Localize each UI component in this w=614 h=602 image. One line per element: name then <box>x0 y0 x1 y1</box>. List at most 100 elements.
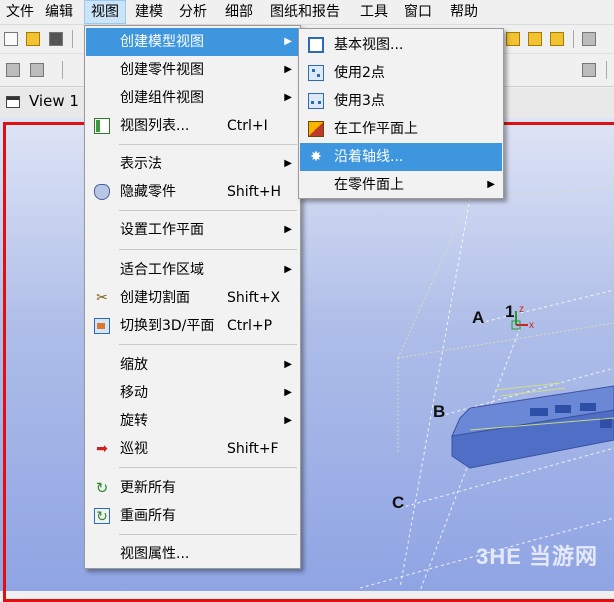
grid-label-a: A <box>472 308 485 327</box>
view-menu-create-assembly-view[interactable]: 创建组件视图 ▶ <box>86 84 299 112</box>
three-points-icon <box>308 93 324 109</box>
hide-parts-icon <box>94 184 110 200</box>
menu-file[interactable]: 文件 <box>0 0 40 24</box>
menu-separator <box>119 249 297 250</box>
submenu-arrow-icon: ▶ <box>284 92 292 103</box>
menu-item-label: 视图列表... <box>120 118 190 134</box>
toolbar-separator <box>573 30 574 48</box>
submenu-using-two-points[interactable]: 使用2点 <box>300 59 502 87</box>
view-menu-representation[interactable]: 表示法 ▶ <box>86 150 299 178</box>
menu-item-label: 创建切割面 <box>120 290 190 306</box>
view-menu-create-model-view[interactable]: 创建模型视图 ▶ <box>86 28 299 56</box>
menu-tools[interactable]: 工具 <box>354 0 394 24</box>
submenu-arrow-icon: ▶ <box>284 387 292 398</box>
work-plane-icon <box>308 121 324 137</box>
menu-separator <box>119 467 297 468</box>
menu-item-shortcut: Ctrl+P <box>227 318 273 334</box>
menu-item-label: 创建模型视图 <box>120 34 204 50</box>
submenu-on-work-plane[interactable]: 在工作平面上 <box>300 115 502 143</box>
menu-separator <box>119 210 297 211</box>
eraser-icon[interactable] <box>6 63 20 77</box>
create-model-view-submenu: 基本视图... 使用2点 使用3点 在工作平面上 ✸ 沿着轴线... 在零件面上… <box>298 28 504 199</box>
menu-item-label: 移动 <box>120 385 148 401</box>
menu-item-label: 重画所有 <box>120 508 176 524</box>
menu-item-label: 适合工作区域 <box>120 262 204 278</box>
view-list-icon <box>94 118 110 134</box>
menu-edit[interactable]: 编辑 <box>39 0 79 24</box>
menu-separator <box>119 534 297 535</box>
menu-drawings-reports[interactable]: 图纸和报告 <box>264 0 346 24</box>
view-menu-redraw-all[interactable]: ↻ 重画所有 <box>86 502 299 530</box>
eraser-alt-icon[interactable] <box>30 63 44 77</box>
toolbar-icon-2[interactable] <box>528 32 542 46</box>
menu-item-label: 巡视 <box>120 441 148 457</box>
toolbar-icon-1[interactable] <box>506 32 520 46</box>
submenu-on-part-plane[interactable]: 在零件面上 ▶ <box>300 171 502 199</box>
menu-item-label: 设置工作平面 <box>120 222 204 238</box>
watermark-logo: 3HE 当游网 <box>476 544 598 569</box>
view-menu-view-properties[interactable]: 视图属性... <box>86 540 299 568</box>
menu-separator <box>119 144 297 145</box>
view-menu-zoom[interactable]: 缩放 ▶ <box>86 351 299 379</box>
menu-item-label: 使用2点 <box>334 65 385 81</box>
toolbar-separator <box>72 30 73 48</box>
menu-item-shortcut: Shift+H <box>227 184 282 200</box>
view-menu-create-part-view[interactable]: 创建零件视图 ▶ <box>86 56 299 84</box>
submenu-arrow-icon: ▶ <box>284 36 292 47</box>
view-menu-pan[interactable]: 移动 ▶ <box>86 379 299 407</box>
view-menu-set-work-plane[interactable]: 设置工作平面 ▶ <box>86 216 299 244</box>
new-file-icon[interactable] <box>4 32 18 46</box>
view-menu-view-list[interactable]: 视图列表... Ctrl+I <box>86 112 299 140</box>
menu-item-label: 旋转 <box>120 413 148 429</box>
menu-item-label: 沿着轴线... <box>334 149 404 165</box>
menu-item-label: 切换到3D/平面 <box>120 318 215 334</box>
view-menu-rotate[interactable]: 旋转 ▶ <box>86 407 299 435</box>
menu-item-label: 隐藏零件 <box>120 184 176 200</box>
switch-3d-icon <box>94 318 110 334</box>
submenu-arrow-icon: ▶ <box>284 64 292 75</box>
axis-x-label: x <box>529 320 534 331</box>
menu-item-shortcut: Ctrl+I <box>227 118 268 134</box>
submenu-along-axis[interactable]: ✸ 沿着轴线... <box>300 143 502 171</box>
view-menu-switch-3d-plane[interactable]: 切换到3D/平面 Ctrl+P <box>86 312 299 340</box>
submenu-arrow-icon: ▶ <box>284 359 292 370</box>
menu-item-label: 视图属性... <box>120 546 190 562</box>
menu-analysis[interactable]: 分析 <box>173 0 213 24</box>
grid-label-b: B <box>433 402 446 421</box>
menu-modeling[interactable]: 建模 <box>129 0 169 24</box>
menu-detailing[interactable]: 细部 <box>219 0 259 24</box>
menu-separator <box>119 344 297 345</box>
submenu-basic-view[interactable]: 基本视图... <box>300 31 502 59</box>
axis-z-label: z <box>519 304 524 315</box>
two-points-icon <box>308 65 324 81</box>
menu-item-shortcut: Shift+F <box>227 441 279 457</box>
axis-indicator: z x <box>511 304 534 331</box>
scissors-icon: ✂ <box>96 290 108 306</box>
toolbar-separator <box>62 61 63 79</box>
view-menu-update-all[interactable]: ↻ 更新所有 <box>86 474 299 502</box>
view-window-title[interactable]: View 1 - <box>29 92 89 110</box>
toolbar-icon-3[interactable] <box>550 32 564 46</box>
menu-item-label: 在工作平面上 <box>334 121 418 137</box>
toolbar-icon-5[interactable] <box>582 63 596 77</box>
basic-view-icon <box>308 37 324 53</box>
submenu-using-three-points[interactable]: 使用3点 <box>300 87 502 115</box>
walkthrough-icon: ➡ <box>96 441 108 457</box>
menu-item-label: 创建组件视图 <box>120 90 204 106</box>
menu-item-label: 更新所有 <box>120 480 176 496</box>
along-axis-icon: ✸ <box>310 149 322 165</box>
view-window-icon <box>6 96 20 108</box>
toolbar-separator <box>606 61 607 79</box>
menu-help[interactable]: 帮助 <box>444 0 484 24</box>
open-folder-icon[interactable] <box>26 32 40 46</box>
menu-window[interactable]: 窗口 <box>398 0 438 24</box>
view-menu-hide-parts[interactable]: 隐藏零件 Shift+H <box>86 178 299 206</box>
view-menu-walkthrough[interactable]: ➡ 巡视 Shift+F <box>86 435 299 463</box>
menu-item-label: 使用3点 <box>334 93 385 109</box>
view-menu-fit-work-area[interactable]: 适合工作区域 ▶ <box>86 256 299 284</box>
save-icon[interactable] <box>49 32 63 46</box>
view-menu-create-clip-plane[interactable]: ✂ 创建切割面 Shift+X <box>86 284 299 312</box>
menu-view[interactable]: 视图 <box>84 0 126 24</box>
toolbar-icon-4[interactable] <box>582 32 596 46</box>
submenu-arrow-icon: ▶ <box>284 224 292 235</box>
